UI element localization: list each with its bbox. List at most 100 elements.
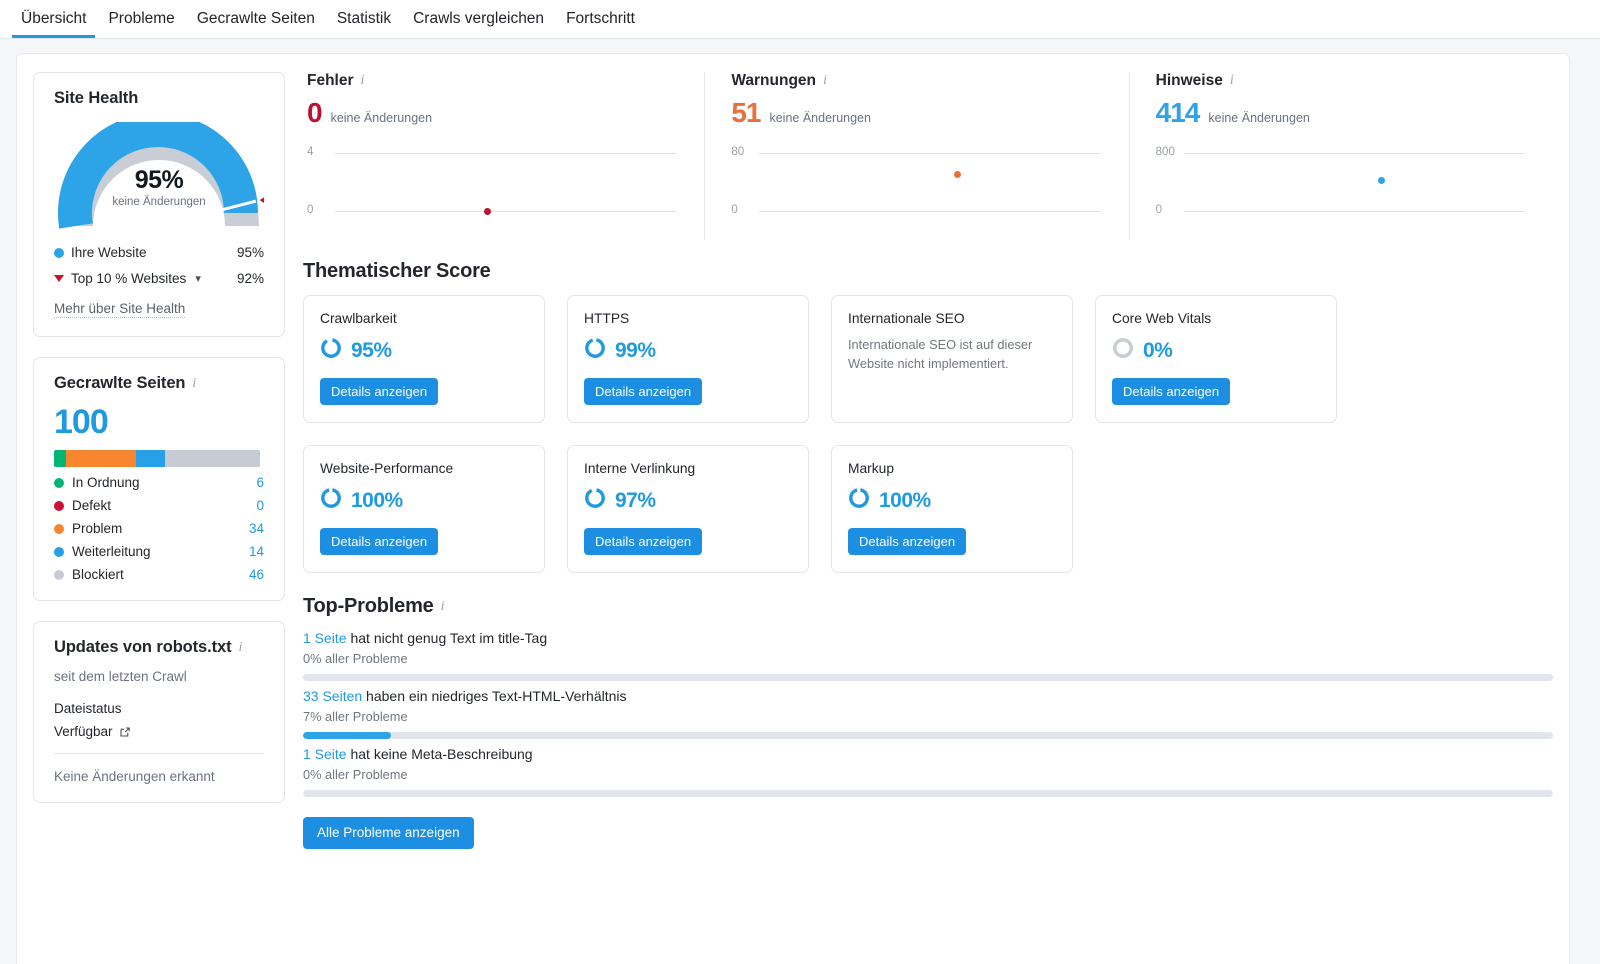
legend-label: In Ordnung bbox=[72, 475, 140, 490]
metric-sparkline: 800 0 bbox=[1155, 146, 1537, 221]
issue-count-link[interactable]: 33 Seiten bbox=[303, 688, 362, 704]
overview-sheet: Site Health 95% keine Änderungen Ihre We… bbox=[16, 53, 1570, 964]
score-description: Internationale SEO ist auf dieser Websit… bbox=[848, 337, 1033, 371]
score-card: Markup 100% Details anzeigen bbox=[831, 445, 1073, 573]
info-icon[interactable]: i bbox=[361, 74, 365, 88]
score-card: Core Web Vitals 0% Details anzeigen bbox=[1095, 295, 1337, 423]
thematic-score-title: Thematischer Score bbox=[303, 260, 491, 282]
stacked-bar-segment bbox=[66, 450, 137, 467]
robots-status-value-row[interactable]: Verfügbar bbox=[54, 724, 264, 739]
y-axis-min-label: 0 bbox=[307, 204, 314, 216]
show-details-button[interactable]: Details anzeigen bbox=[584, 378, 703, 405]
score-ring-icon bbox=[320, 487, 342, 514]
chevron-down-icon[interactable]: ▾ bbox=[195, 272, 201, 285]
score-percent: 100% bbox=[879, 488, 931, 512]
info-icon[interactable]: i bbox=[238, 640, 242, 655]
metric-card-warnungen: Warnungen i 51 keine Änderungen 80 0 bbox=[704, 72, 1128, 240]
score-card-name: Website-Performance bbox=[320, 461, 454, 476]
crawled-pages-legend: In Ordnung 6 Defekt 0 Problem 34 Weiterleitung… bbox=[54, 475, 264, 582]
data-point[interactable] bbox=[954, 170, 962, 178]
y-axis-max-label: 800 bbox=[1155, 146, 1175, 158]
blue-dot-icon bbox=[54, 247, 64, 258]
issue-progress-bar bbox=[303, 674, 1553, 681]
issue-share: 0% aller Probleme bbox=[303, 767, 408, 782]
metric-sparkline: 80 0 bbox=[731, 146, 1112, 221]
data-point[interactable] bbox=[1378, 177, 1386, 185]
legend-label: Weiterleitung bbox=[72, 544, 151, 559]
status-dot-icon bbox=[54, 546, 64, 557]
robots-status-label: Dateistatus bbox=[54, 701, 122, 716]
y-axis-min-label: 0 bbox=[731, 204, 738, 216]
metric-value: 51 bbox=[731, 97, 761, 128]
metric-name: Hinweise bbox=[1155, 72, 1223, 89]
score-percent: 0% bbox=[1143, 338, 1173, 362]
score-card-name: Crawlbarkeit bbox=[320, 311, 397, 326]
metric-head: Fehler i bbox=[307, 72, 688, 90]
info-icon[interactable]: i bbox=[192, 376, 196, 391]
thematic-score-row-2: Website-Performance 100% Details anzeige… bbox=[303, 445, 1553, 573]
show-details-button[interactable]: Details anzeigen bbox=[320, 378, 439, 405]
tab-gecrawlte-seiten[interactable]: Gecrawlte Seiten bbox=[188, 10, 324, 39]
legend-count[interactable]: 0 bbox=[256, 498, 264, 513]
metric-sparkline: 4 0 bbox=[307, 146, 688, 221]
legend-label-wrap: Weiterleitung bbox=[54, 544, 249, 559]
tab-probleme[interactable]: Probleme bbox=[99, 10, 183, 39]
score-value-row: 100% bbox=[848, 487, 1056, 514]
metric-name: Warnungen bbox=[731, 72, 816, 89]
show-details-button[interactable]: Details anzeigen bbox=[848, 528, 967, 555]
legend-count[interactable]: 46 bbox=[249, 567, 264, 582]
tab-crawls-vergleichen[interactable]: Crawls vergleichen bbox=[404, 10, 553, 39]
score-ring-icon bbox=[848, 487, 870, 514]
y-axis-min-label: 0 bbox=[1155, 204, 1163, 216]
issue-description: hat keine Meta-Beschreibung bbox=[346, 746, 533, 762]
metric-card-hinweise: Hinweise i 414 keine Änderungen 800 0 bbox=[1128, 72, 1553, 240]
tab-statistik[interactable]: Statistik bbox=[328, 10, 400, 39]
info-icon[interactable]: i bbox=[823, 74, 827, 88]
show-all-issues-button[interactable]: Alle Probleme anzeigen bbox=[303, 817, 474, 849]
legend-label: Problem bbox=[72, 521, 123, 536]
info-icon[interactable]: i bbox=[1230, 74, 1234, 88]
legend-label: Defekt bbox=[72, 498, 112, 513]
score-ring-icon bbox=[1112, 337, 1134, 364]
more-about-site-health-link[interactable]: Mehr über Site Health bbox=[54, 301, 186, 318]
show-details-button[interactable]: Details anzeigen bbox=[1112, 378, 1231, 405]
tab-uebersicht[interactable]: Übersicht bbox=[12, 10, 96, 38]
issue-text: 33 Seiten haben ein niedriges Text-HTML-… bbox=[303, 688, 1553, 704]
show-details-button[interactable]: Details anzeigen bbox=[320, 528, 439, 555]
y-axis-max-label: 4 bbox=[307, 146, 314, 158]
data-point[interactable] bbox=[484, 207, 492, 215]
issue-count-link[interactable]: 1 Seite bbox=[303, 746, 347, 762]
site-health-gauge: 95% keine Änderungen bbox=[54, 113, 269, 234]
legend-benchmark-label-wrap[interactable]: Top 10 % Websites ▾ bbox=[54, 271, 237, 286]
score-card-name: Markup bbox=[848, 461, 895, 476]
external-link-icon[interactable] bbox=[119, 726, 131, 738]
crawled-pages-title: Gecrawlte Seiten bbox=[54, 374, 186, 392]
stacked-bar-segment bbox=[136, 450, 166, 467]
legend-benchmark-label: Top 10 % Websites bbox=[71, 271, 187, 286]
site-health-card: Site Health 95% keine Änderungen Ihre We… bbox=[33, 72, 285, 337]
issue-progress-bar bbox=[303, 790, 1553, 797]
issue-progress-bar bbox=[303, 732, 1553, 739]
legend-count[interactable]: 14 bbox=[249, 544, 264, 559]
score-card: HTTPS 99% Details anzeigen bbox=[567, 295, 809, 423]
metric-delta: keine Änderungen bbox=[330, 111, 433, 125]
legend-label: Blockiert bbox=[72, 567, 124, 582]
legend-benchmark-value: 92% bbox=[236, 271, 264, 286]
legend-benchmark[interactable]: Top 10 % Websites ▾ 92% bbox=[54, 271, 264, 286]
y-axis-max-label: 80 bbox=[731, 146, 745, 158]
robots-title-row: Updates von robots.txt i bbox=[54, 638, 264, 657]
top-issues-title-row: Top-Probleme i bbox=[303, 595, 1553, 618]
site-health-title: Site Health bbox=[54, 89, 139, 107]
issue-share: 0% aller Probleme bbox=[303, 651, 408, 666]
show-details-button[interactable]: Details anzeigen bbox=[584, 528, 703, 555]
tab-fortschritt[interactable]: Fortschritt bbox=[557, 10, 644, 39]
legend-count[interactable]: 34 bbox=[249, 521, 264, 536]
robots-updates-card: Updates von robots.txt i seit dem letzte… bbox=[33, 621, 285, 803]
legend-count[interactable]: 6 bbox=[256, 475, 264, 490]
issue-count-link[interactable]: 1 Seite bbox=[303, 630, 347, 646]
crawled-pages-title-row: Gecrawlte Seiten i bbox=[54, 374, 264, 393]
issue-text: 1 Seite hat keine Meta-Beschreibung bbox=[303, 746, 1553, 762]
metric-value: 414 bbox=[1155, 97, 1201, 128]
info-icon[interactable]: i bbox=[441, 599, 445, 614]
metric-delta: keine Änderungen bbox=[769, 111, 871, 125]
